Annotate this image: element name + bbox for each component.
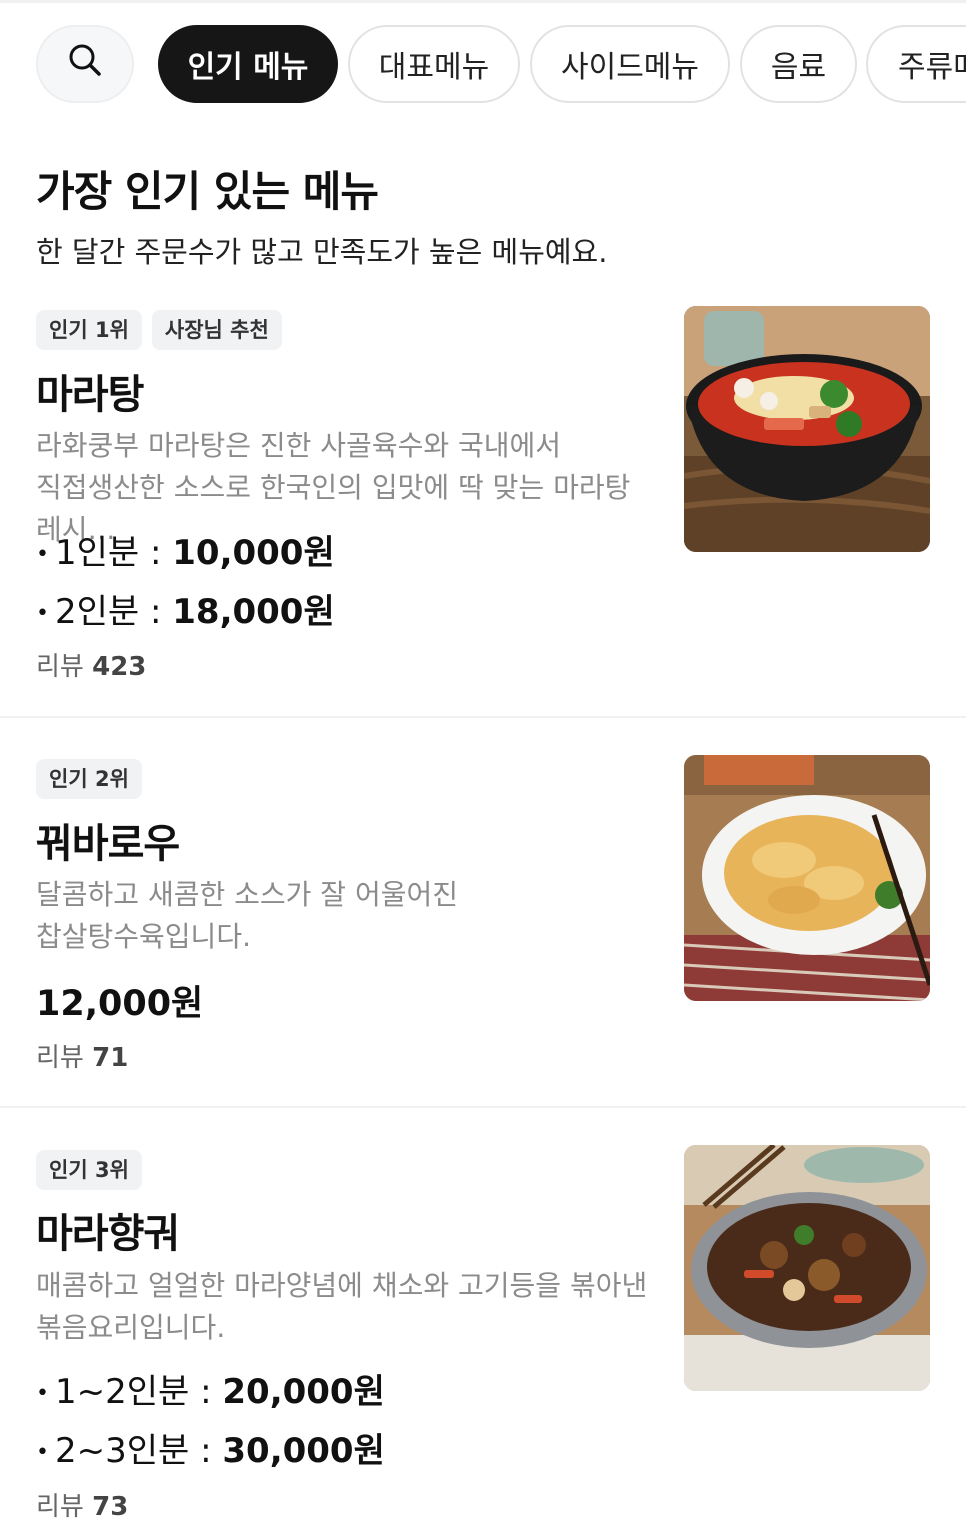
menu-description: 달콤하고 새콤한 소스가 잘 어울어진 찹살탕수육입니다. xyxy=(36,878,459,953)
malatang-bowl-photo xyxy=(684,306,930,552)
price-amount: 18,000원 xyxy=(172,592,335,632)
price-option: • 1인분 : 10,000원 xyxy=(36,533,335,573)
price-label: 1인분 : xyxy=(54,533,173,573)
malaxiangguo-pan-photo xyxy=(684,1145,930,1391)
tab-alcohol[interactable]: 주류메 xyxy=(866,25,966,103)
review-count: 리뷰 423 xyxy=(36,652,147,682)
review-count: 리뷰 73 xyxy=(36,1492,129,1522)
price-option: • 1~2인분 : 20,000원 xyxy=(36,1372,385,1412)
top-divider xyxy=(0,0,966,3)
badge-group: 인기 1위 사장님 추천 xyxy=(36,310,282,350)
tab-side-menu[interactable]: 사이드메뉴 xyxy=(530,25,730,103)
item-divider xyxy=(0,716,966,718)
menu-name: 마라향궈 xyxy=(36,1211,180,1257)
owner-pick-badge: 사장님 추천 xyxy=(151,310,282,350)
review-count: 리뷰 71 xyxy=(36,1043,129,1073)
price-amount: 20,000원 xyxy=(222,1372,385,1412)
menu-name: 꿔바로우 xyxy=(36,821,180,867)
badge-group: 인기 2위 xyxy=(36,759,142,799)
search-button[interactable] xyxy=(36,25,134,103)
price-amount: 12,000원 xyxy=(36,984,204,1024)
price-label: 2인분 : xyxy=(54,592,173,632)
search-icon xyxy=(67,42,103,86)
category-tabs: 인기 메뉴 대표메뉴 사이드메뉴 음료 주류메 xyxy=(0,25,966,107)
rank-badge: 인기 1위 xyxy=(36,310,142,350)
price-label: 1~2인분 : xyxy=(54,1372,223,1412)
price-amount: 10,000원 xyxy=(172,533,335,573)
badge-group: 인기 3위 xyxy=(36,1150,142,1190)
section-subtitle: 한 달간 주문수가 많고 만족도가 높은 메뉴예요. xyxy=(36,235,608,269)
section-title: 가장 인기 있는 메뉴 xyxy=(36,167,379,216)
price-label: 2~3인분 : xyxy=(54,1431,223,1471)
item-divider xyxy=(0,1106,966,1108)
price-amount: 30,000원 xyxy=(222,1431,385,1471)
tab-drinks[interactable]: 음료 xyxy=(740,25,857,103)
guobaorou-plate-photo xyxy=(684,755,930,1001)
menu-description: 매콤하고 얼얼한 마라양념에 채소와 고기등을 볶아낸 볶음요리입니다. xyxy=(36,1269,648,1344)
tab-signature-menu[interactable]: 대표메뉴 xyxy=(348,25,520,103)
rank-badge: 인기 2위 xyxy=(36,759,142,799)
menu-name: 마라탕 xyxy=(36,372,144,418)
price-option: • 2~3인분 : 30,000원 xyxy=(36,1431,385,1471)
tab-popular-menu[interactable]: 인기 메뉴 xyxy=(158,25,338,103)
price-option: • 2인분 : 18,000원 xyxy=(36,592,335,632)
rank-badge: 인기 3위 xyxy=(36,1150,142,1190)
